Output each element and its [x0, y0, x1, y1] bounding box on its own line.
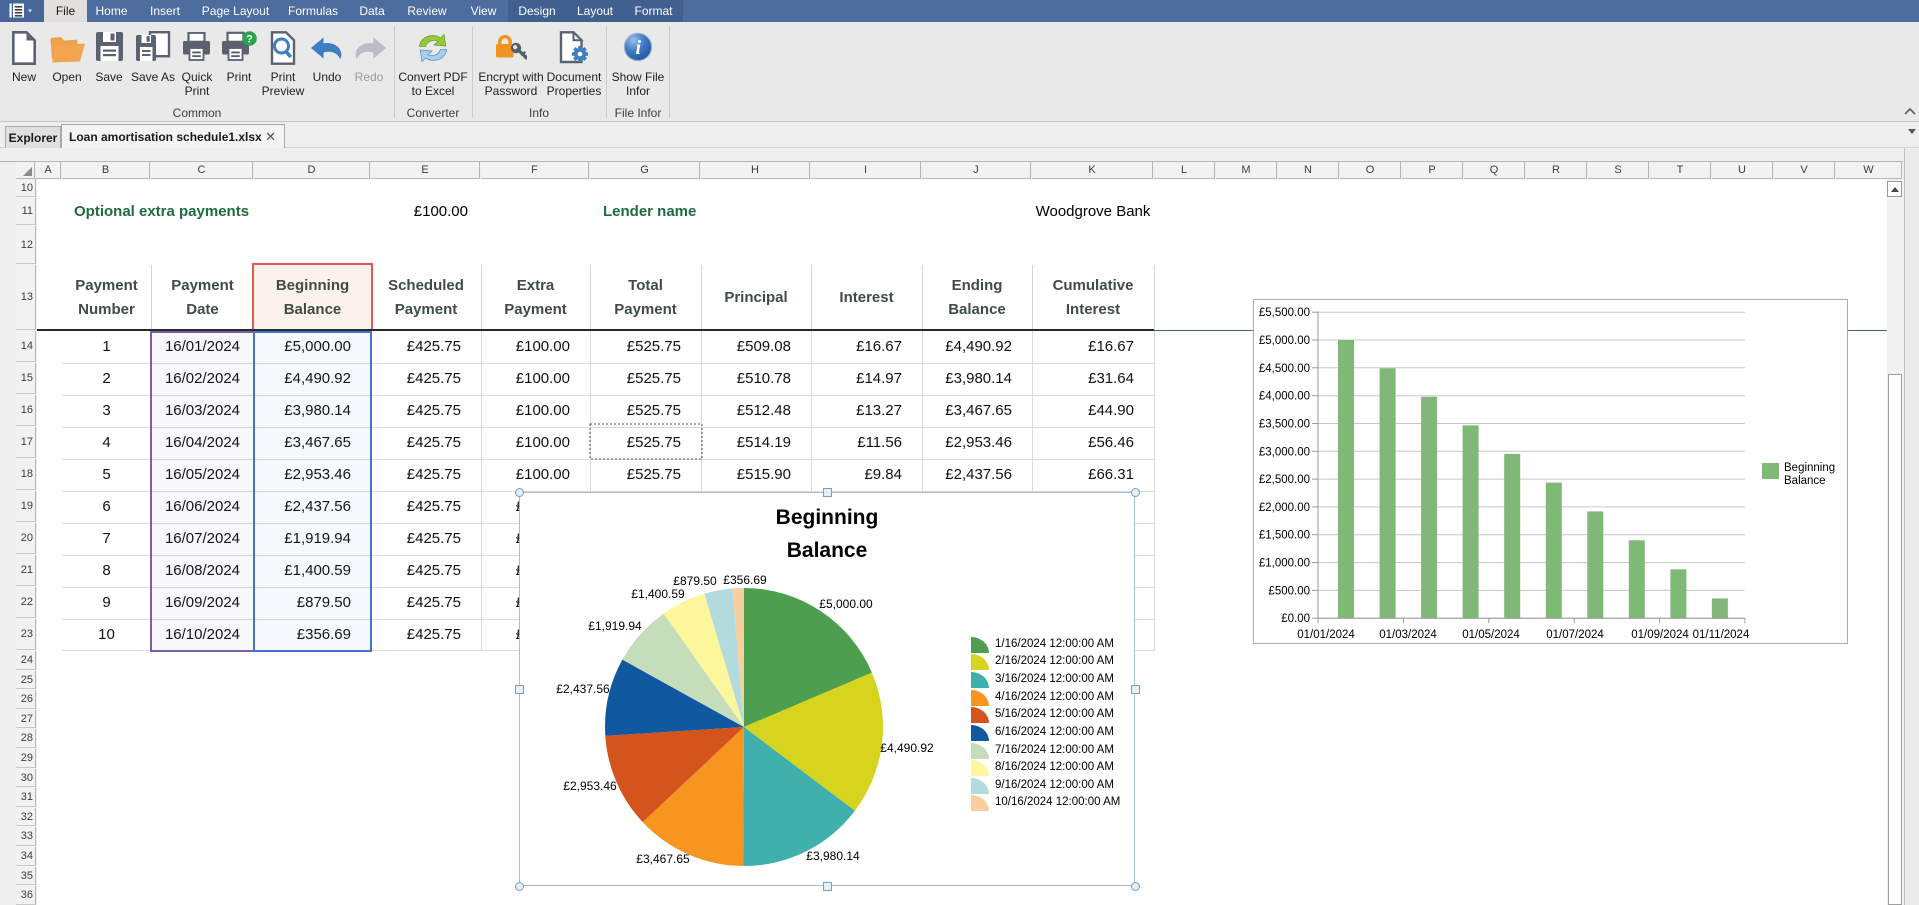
svg-text:01/01/2024: 01/01/2024	[1297, 629, 1355, 641]
svg-text:£5,000.00: £5,000.00	[1259, 335, 1310, 347]
svg-text:£1,500.00: £1,500.00	[1259, 530, 1310, 542]
svg-text:£4,500.00: £4,500.00	[1259, 363, 1310, 375]
svg-text:i: i	[636, 37, 642, 59]
svg-text:01/03/2024: 01/03/2024	[1379, 629, 1437, 641]
svg-text:01/11/2024: 01/11/2024	[1693, 629, 1750, 641]
svg-text:£5,500.00: £5,500.00	[1259, 307, 1310, 319]
svg-text:£4,000.00: £4,000.00	[1259, 391, 1310, 403]
svg-text:£0.00: £0.00	[1281, 613, 1310, 625]
svg-text:£3,000.00: £3,000.00	[1259, 446, 1310, 458]
svg-text:£500.00: £500.00	[1268, 585, 1310, 597]
svg-text:01/07/2024: 01/07/2024	[1546, 629, 1604, 641]
svg-text:£3,500.00: £3,500.00	[1259, 419, 1310, 431]
svg-text:Balance: Balance	[1784, 475, 1826, 487]
svg-text:£2,500.00: £2,500.00	[1259, 474, 1310, 486]
svg-text:01/09/2024: 01/09/2024	[1631, 629, 1689, 641]
svg-text:?: ?	[246, 33, 253, 45]
svg-text:£2,000.00: £2,000.00	[1259, 502, 1310, 514]
svg-text:£1,000.00: £1,000.00	[1259, 558, 1310, 570]
svg-text:01/05/2024: 01/05/2024	[1462, 629, 1520, 641]
svg-text:Beginning: Beginning	[1784, 462, 1835, 474]
